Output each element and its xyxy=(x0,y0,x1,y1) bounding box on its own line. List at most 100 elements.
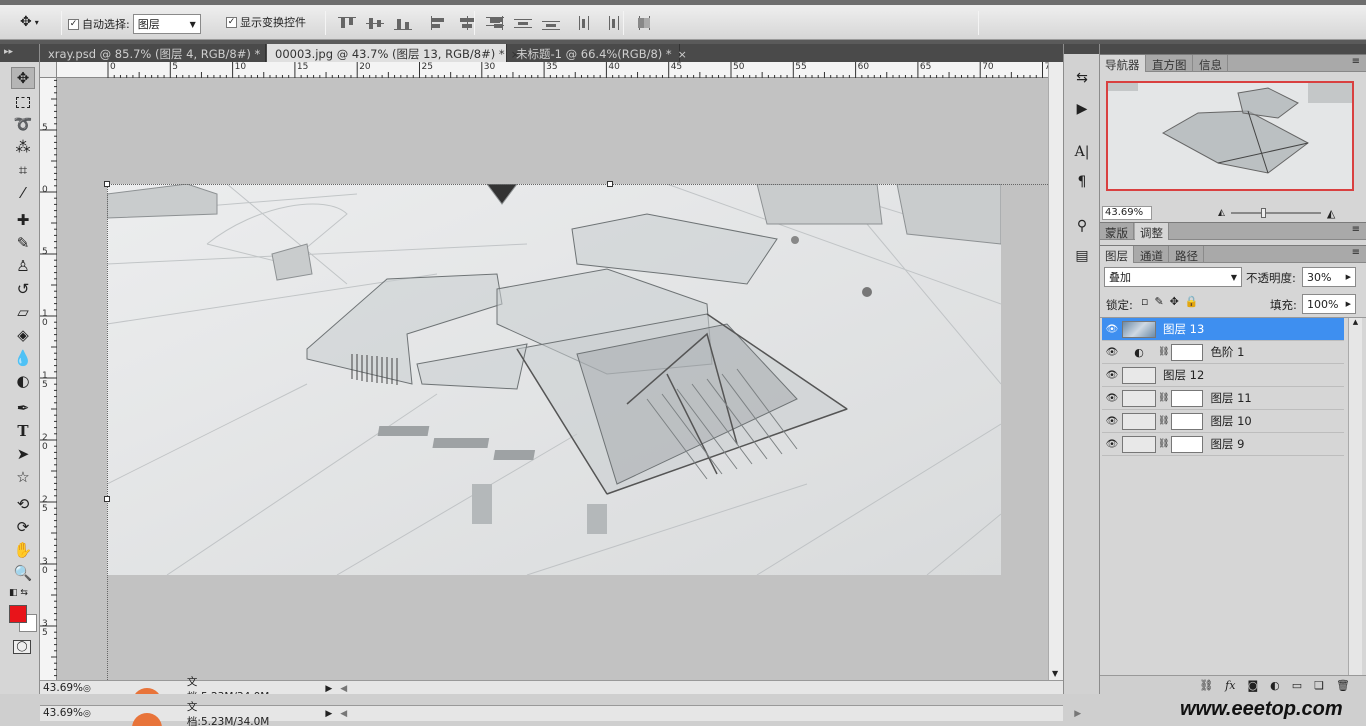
distribute-top-icon[interactable] xyxy=(484,15,506,31)
scroll-left-icon[interactable]: ◀ xyxy=(340,709,347,719)
show-transform-checkbox[interactable]: ✓ xyxy=(226,16,237,28)
tab-info[interactable]: 信息 xyxy=(1194,55,1228,72)
tab-00003[interactable]: 00003.jpg @ 43.7% (图层 13, RGB/8#) * × xyxy=(267,44,520,62)
navigator-preview[interactable] xyxy=(1106,81,1354,191)
transform-handle[interactable] xyxy=(104,181,110,187)
default-colors-icon[interactable]: ◧ ⇆ xyxy=(9,588,28,598)
path-select-icon[interactable]: ➤ xyxy=(11,443,35,465)
tab-histogram[interactable]: 直方图 xyxy=(1147,55,1193,72)
history-panel-icon[interactable]: ⇆ xyxy=(1072,68,1092,88)
distribute-vcenter-icon[interactable] xyxy=(512,15,534,31)
shape-tool-icon[interactable]: ☆ xyxy=(11,466,35,488)
type-tool-icon[interactable]: T xyxy=(11,420,35,442)
eye-icon[interactable]: 👁 xyxy=(1102,439,1122,450)
close-icon[interactable]: × xyxy=(678,48,687,61)
tool-presets-icon[interactable]: ▤ xyxy=(1072,246,1092,266)
eye-icon[interactable]: 👁 xyxy=(1102,393,1122,404)
quick-mask-icon[interactable]: ◯ xyxy=(13,640,31,654)
foreground-color-swatch[interactable] xyxy=(9,605,27,623)
dodge-tool-icon[interactable]: ◐ xyxy=(11,370,35,392)
character-panel-icon[interactable]: A| xyxy=(1072,142,1092,162)
link-icon[interactable]: ⛓ xyxy=(1199,679,1213,692)
opacity-field[interactable]: 30% ▶ xyxy=(1302,267,1356,287)
eyedropper-icon[interactable]: ⁄ xyxy=(11,182,35,204)
scroll-up-icon[interactable]: ▲ xyxy=(1349,318,1362,326)
new-layer-icon[interactable]: ❏ xyxy=(1314,679,1324,692)
layer-row[interactable]: 👁 ◐ ⛓ 色阶 1 xyxy=(1102,341,1344,364)
layer-row[interactable]: 👁 ⛓ 图层 11 xyxy=(1102,387,1344,410)
3d-rotate-icon[interactable]: ⟲ xyxy=(11,493,35,515)
fill-field[interactable]: 100% ▶ xyxy=(1302,294,1356,314)
auto-select-dropdown[interactable]: 图层 ▼ xyxy=(132,14,201,34)
status-info-icon[interactable]: ◎ xyxy=(83,709,91,719)
zoom-in-icon[interactable]: ◭ xyxy=(1327,207,1335,220)
zoom-tool-icon[interactable]: 🔍 xyxy=(11,562,35,584)
vertical-ruler[interactable]: 5 0 5 1 0 1 5 2 0 2 5 3 0 3 5 xyxy=(40,78,57,680)
tab-masks[interactable]: 蒙版 xyxy=(1100,223,1134,240)
align-top-icon[interactable] xyxy=(336,15,358,31)
distribute-left-icon[interactable] xyxy=(576,15,598,31)
mask-icon[interactable]: ◙ xyxy=(1247,679,1258,692)
tab-adjustments[interactable]: 调整 xyxy=(1135,223,1169,240)
zoom-out-icon[interactable]: ◭ xyxy=(1218,208,1225,218)
scroll-right-icon[interactable]: ▶ xyxy=(1074,709,1081,719)
align-left-icon[interactable] xyxy=(428,15,450,31)
lock-icons[interactable]: ▫✎✥🔒 xyxy=(1141,295,1205,308)
eraser-icon[interactable]: ▱ xyxy=(11,301,35,323)
horizontal-ruler[interactable]: 051015202530354045505560657075 xyxy=(57,62,1056,78)
lasso-tool-icon[interactable]: ➰ xyxy=(11,113,35,135)
marquee-tool-icon[interactable] xyxy=(11,91,35,113)
actions-panel-icon[interactable]: ▶ xyxy=(1072,99,1092,119)
eye-icon[interactable]: 👁 xyxy=(1102,416,1122,427)
layers-scrollbar[interactable]: ▲ xyxy=(1348,318,1362,678)
panel-menu-icon[interactable]: ≡ xyxy=(1352,56,1360,67)
3d-orbit-icon[interactable]: ⟳ xyxy=(11,516,35,538)
tab-xray[interactable]: xray.psd @ 85.7% (图层 4, RGB/8#) *× xyxy=(40,44,276,62)
transform-handle[interactable] xyxy=(104,496,110,502)
adjustment-icon[interactable]: ◐ xyxy=(1270,679,1280,692)
panel-menu-icon[interactable]: ≡ xyxy=(1352,247,1360,258)
eye-icon[interactable]: 👁 xyxy=(1102,370,1122,381)
move-tool-preset[interactable]: ✥ ▾ xyxy=(20,14,39,30)
blur-tool-icon[interactable]: 💧 xyxy=(11,347,35,369)
blend-mode-dropdown[interactable]: 叠加 ▼ xyxy=(1104,267,1242,287)
crop-tool-icon[interactable]: ⌗ xyxy=(11,159,35,181)
scroll-down-icon[interactable]: ▼ xyxy=(1052,669,1058,678)
clone-stamp-icon[interactable]: ♙ xyxy=(11,255,35,277)
status-menu-arrow-icon[interactable]: ▶ xyxy=(325,684,332,694)
layer-row[interactable]: 👁 图层 13 xyxy=(1102,318,1344,341)
move-tool-icon[interactable]: ✥ xyxy=(11,67,35,89)
magic-wand-icon[interactable]: ⁂ xyxy=(11,136,35,158)
ruler-origin[interactable] xyxy=(40,62,57,78)
tab-untitled[interactable]: 未标题-1 @ 66.4%(RGB/8) * × xyxy=(508,44,687,62)
toolbox-collapse-icon[interactable]: ▸▸ xyxy=(0,44,39,62)
brush-tool-icon[interactable]: ✎ xyxy=(11,232,35,254)
layer-row[interactable]: 👁 图层 12 xyxy=(1102,364,1344,387)
navigator-zoom-field[interactable]: 43.69% xyxy=(1102,206,1152,220)
tab-paths[interactable]: 路径 xyxy=(1170,246,1204,263)
distribute-bottom-icon[interactable] xyxy=(540,15,562,31)
panel-menu-icon[interactable]: ≡ xyxy=(1352,224,1360,235)
tab-navigator[interactable]: 导航器 xyxy=(1100,55,1146,72)
layer-row[interactable]: 👁 ⛓ 图层 10 xyxy=(1102,410,1344,433)
align-bottom-icon[interactable] xyxy=(392,15,414,31)
tab-layers[interactable]: 图层 xyxy=(1100,246,1134,263)
healing-brush-icon[interactable]: ✚ xyxy=(11,209,35,231)
tab-channels[interactable]: 通道 xyxy=(1135,246,1169,263)
fx-icon[interactable]: fx xyxy=(1225,679,1235,692)
layer-row[interactable]: 👁 ⛓ 图层 9 xyxy=(1102,433,1344,456)
clone-source-icon[interactable]: ⚲ xyxy=(1072,216,1092,236)
group-icon[interactable]: ▭ xyxy=(1292,679,1302,692)
history-brush-icon[interactable]: ↺ xyxy=(11,278,35,300)
navigator-zoom-slider[interactable] xyxy=(1230,208,1321,218)
scroll-left-icon[interactable]: ◀ xyxy=(340,684,347,694)
paragraph-panel-icon[interactable]: ¶ xyxy=(1072,172,1092,192)
auto-align-button[interactable] xyxy=(634,15,656,31)
eye-icon[interactable]: 👁 xyxy=(1102,324,1122,335)
auto-select-checkbox[interactable]: ✓ xyxy=(68,18,79,30)
eye-icon[interactable]: 👁 xyxy=(1102,347,1122,358)
pen-tool-icon[interactable]: ✒ xyxy=(11,397,35,419)
dock-collapse-icon[interactable] xyxy=(1064,44,1099,54)
hand-tool-icon[interactable]: ✋ xyxy=(11,539,35,561)
align-vcenter-icon[interactable] xyxy=(364,15,386,31)
